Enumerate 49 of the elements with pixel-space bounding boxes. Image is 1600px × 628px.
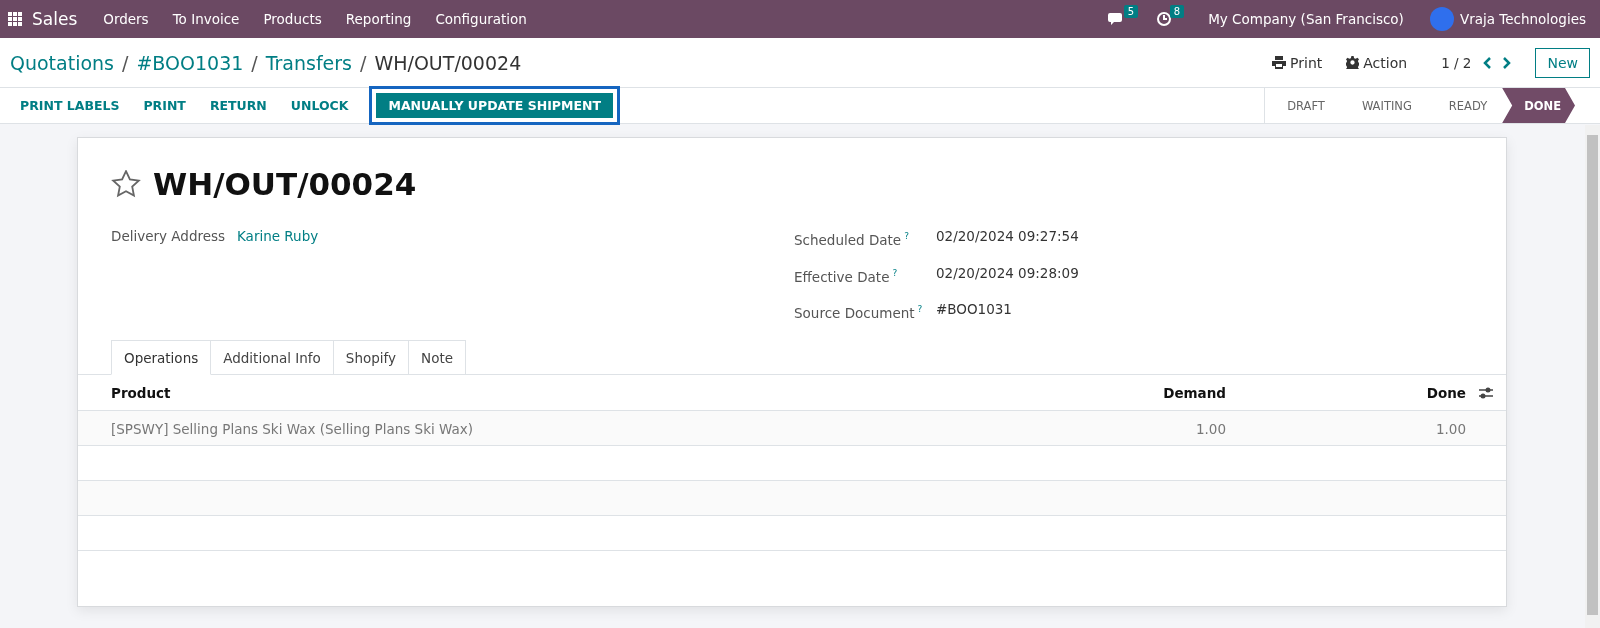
printer-icon [1272, 56, 1287, 69]
primary-action-button[interactable]: MANUALLY UPDATE SHIPMENT [376, 93, 613, 118]
action-button[interactable]: PRINT LABELS [8, 93, 132, 118]
app-name[interactable]: Sales [22, 9, 92, 29]
action-button[interactable]: PRINT [131, 93, 198, 118]
menu-item[interactable]: Orders [91, 11, 161, 27]
field-label: Scheduled Date $^{?}$ [794, 230, 910, 250]
field-label: Delivery Address [111, 227, 227, 246]
field-label: Source Document $^{?}$ [794, 303, 924, 323]
breadcrumb-separator: / [360, 51, 367, 74]
field-value: #BOO1031 [936, 300, 1012, 319]
scrollbar[interactable] [1585, 125, 1600, 628]
menu-item[interactable]: Products [251, 11, 334, 27]
record-title: WH/OUT/00024 [153, 166, 417, 202]
tab[interactable]: Note [408, 340, 467, 375]
print-button[interactable]: Print [1266, 54, 1329, 71]
user-name[interactable]: Vraja Technologies [1459, 11, 1586, 27]
breadcrumb-current: WH/OUT/00024 [374, 51, 522, 74]
clock-icon[interactable] [1156, 11, 1173, 27]
table-cell-text: 1.00 [1194, 419, 1226, 439]
new-button[interactable]: New [1535, 47, 1590, 78]
field-label: Effective Date $^{?}$ [794, 266, 899, 286]
breadcrumb-link[interactable]: Transfers [265, 51, 353, 74]
table-cell-text: 1.00 [1434, 419, 1466, 439]
action-button[interactable]: UNLOCK [278, 93, 361, 118]
pager-value: 1 / 2 [1441, 54, 1472, 71]
table-row[interactable]: [SPSWY] Selling Plans Ski Wax (Selling Plans Ski Wax) 1.00 1.00 [78, 411, 1506, 446]
table-cell-text: [SPSWY] Selling Plans Ski Wax (Selling Plans Ski Wax) [110, 419, 475, 439]
menu-item[interactable]: Reporting [333, 11, 424, 27]
field-link[interactable]: Karine Ruby [237, 226, 319, 246]
field-value: 02/20/2024 09:27:54 [936, 227, 1079, 246]
menu-item[interactable]: To Invoice [160, 11, 252, 27]
breadcrumb-link[interactable]: Quotations [10, 51, 114, 74]
status-stage[interactable]: DONE [1502, 88, 1575, 123]
apps-menu-icon[interactable] [8, 12, 22, 26]
breadcrumb-separator: / [251, 51, 258, 74]
breadcrumb-link[interactable]: #BOO1031 [136, 51, 244, 74]
tab[interactable]: Operations [111, 340, 212, 375]
menu-item[interactable]: Configuration [423, 11, 539, 27]
activity-count: 8 [1169, 5, 1185, 18]
company-switcher[interactable]: My Company (San Francisco) [1196, 11, 1416, 27]
star-icon[interactable] [111, 170, 141, 198]
action-button[interactable]: RETURN [197, 93, 279, 118]
field-value: 02/20/2024 09:28:09 [936, 263, 1079, 283]
action-button[interactable]: Action [1340, 54, 1414, 71]
gear-icon [1346, 56, 1360, 69]
column-settings-icon[interactable] [1478, 385, 1494, 400]
message-count: 5 [1123, 5, 1139, 18]
breadcrumb-separator: / [122, 51, 129, 74]
